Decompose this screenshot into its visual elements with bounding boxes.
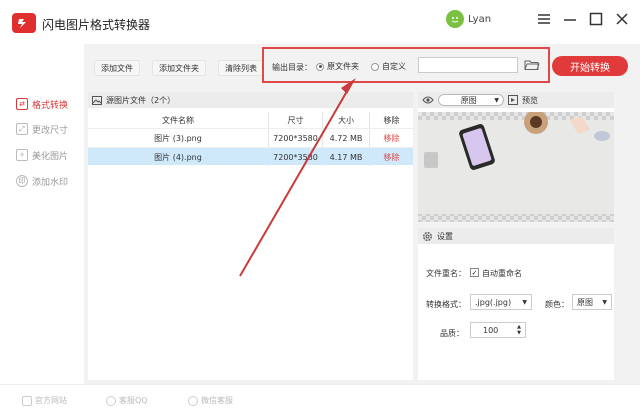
support-qq-link[interactable]: 客服QQ xyxy=(106,395,148,406)
preview-panel: 原图 ▼ 预览 xyxy=(418,92,614,222)
format-select[interactable]: .jpg(.jpg) ▼ xyxy=(470,294,532,310)
image-icon xyxy=(92,95,102,105)
settings-header: 设置 xyxy=(418,228,614,244)
user-name: Lyan xyxy=(468,13,492,25)
sidebar-item-label: 格式转换 xyxy=(32,100,69,111)
col-header-dims: 尺寸 xyxy=(287,115,304,125)
col-header-remove: 移除 xyxy=(383,115,400,125)
color-select[interactable]: 原图 ▼ xyxy=(572,294,612,310)
resize-icon: ⤢ xyxy=(16,123,28,135)
eye-icon xyxy=(422,96,434,104)
col-header-name: 文件名称 xyxy=(162,115,194,125)
beautify-icon: ✧ xyxy=(16,149,28,161)
format-value: .jpg(.jpg) xyxy=(475,297,512,307)
start-convert-button[interactable]: 开始转换 xyxy=(552,56,628,76)
file-size-cell: 4.17 MB xyxy=(329,152,363,162)
watermark-icon: 印 xyxy=(16,175,28,187)
main-area: 添加文件 添加文件夹 清除列表 输出目录： 原文件夹 自定义 开始转换 源图片文… xyxy=(84,44,640,384)
preview-mode-select[interactable]: 原图 ▼ xyxy=(438,94,504,106)
chevron-down-icon: ▼ xyxy=(602,298,607,306)
remove-file-button[interactable]: 移除 xyxy=(370,129,413,147)
sidebar-item-resize[interactable]: ⤢ 更改尺寸 xyxy=(16,122,68,136)
file-name-cell: 图片 (4).png xyxy=(154,152,202,162)
home-icon xyxy=(22,395,32,406)
preview-header: 原图 ▼ 预览 xyxy=(418,92,614,108)
col-header-size: 大小 xyxy=(338,115,354,125)
gear-icon xyxy=(423,231,432,241)
radio-original-folder[interactable]: 原文件夹 xyxy=(316,61,359,72)
radio-off-icon xyxy=(371,62,379,71)
sidebar-item-label: 更改尺寸 xyxy=(32,125,69,136)
table-row[interactable]: 图片 (4).png 7200*3580 4.17 MB 移除 xyxy=(88,147,413,165)
app-logo-icon xyxy=(12,13,36,33)
wechat-icon xyxy=(188,395,198,406)
sidebar-item-label: 美化图片 xyxy=(32,151,69,162)
file-list-header: 源图片文件（2个） xyxy=(88,92,413,108)
preview-toggle-icon xyxy=(508,95,518,105)
add-file-button[interactable]: 添加文件 xyxy=(94,60,140,76)
radio-label: 原文件夹 xyxy=(327,62,359,71)
menu-icon[interactable] xyxy=(536,11,552,27)
preview-image xyxy=(418,112,614,222)
stepper-arrows-icon[interactable]: ▲ ▼ xyxy=(517,324,521,336)
sidebar-item-label: 添加水印 xyxy=(32,177,69,188)
auto-rename-label: 自动重命名 xyxy=(482,269,522,278)
qq-icon xyxy=(106,395,116,406)
settings-title: 设置 xyxy=(437,231,453,241)
quality-value: 100 xyxy=(483,325,499,335)
maximize-icon[interactable] xyxy=(588,11,604,27)
table-row[interactable]: 图片 (3).png 7200*3580 4.72 MB 移除 xyxy=(88,128,413,146)
official-website-link[interactable]: 官方网站 xyxy=(22,395,67,406)
color-label: 颜色： xyxy=(545,300,569,309)
footer: 官方网站 客服QQ 微信客服 xyxy=(0,384,640,418)
close-icon[interactable] xyxy=(614,11,630,27)
convert-icon: ⇄ xyxy=(16,98,28,110)
output-path-input[interactable] xyxy=(418,57,518,73)
quality-label: 品质： xyxy=(440,329,464,338)
title-bar: 闪电图片格式转换器 Lyan xyxy=(0,0,640,44)
file-name-cell: 图片 (3).png xyxy=(154,133,202,143)
file-size-cell: 4.72 MB xyxy=(329,133,363,143)
preview-mode-value: 原图 xyxy=(460,95,477,105)
chevron-down-icon: ▼ xyxy=(494,96,499,104)
preview-label: 预览 xyxy=(522,95,538,105)
footer-label: 客服QQ xyxy=(119,396,148,405)
file-list-title: 源图片文件（2个） xyxy=(106,95,176,105)
avatar xyxy=(446,10,464,28)
file-dims-cell: 7200*3580 xyxy=(273,152,318,162)
radio-on-icon xyxy=(316,62,324,71)
sidebar: ⇄ 格式转换 ⤢ 更改尺寸 ✧ 美化图片 印 添加水印 xyxy=(0,44,84,384)
color-value: 原图 xyxy=(577,297,593,307)
sidebar-item-watermark[interactable]: 印 添加水印 xyxy=(16,174,68,188)
support-wechat-link[interactable]: 微信客服 xyxy=(188,395,233,406)
format-label: 转换格式： xyxy=(426,300,466,309)
radio-custom-folder[interactable]: 自定义 xyxy=(371,61,406,72)
clear-list-button[interactable]: 清除列表 xyxy=(218,60,264,76)
quality-stepper[interactable]: 100 ▲ ▼ xyxy=(470,322,526,338)
app-title: 闪电图片格式转换器 xyxy=(42,18,151,32)
footer-label: 官方网站 xyxy=(35,396,67,405)
add-folder-button[interactable]: 添加文件夹 xyxy=(152,60,206,76)
chevron-down-icon: ▼ xyxy=(522,298,527,306)
minimize-icon[interactable] xyxy=(562,11,578,27)
footer-label: 微信客服 xyxy=(201,396,233,405)
output-dir-label: 输出目录： xyxy=(272,63,312,72)
user-account[interactable]: Lyan xyxy=(446,10,491,28)
remove-file-button[interactable]: 移除 xyxy=(370,148,413,166)
settings-panel: 设置 文件重名： ✓ 自动重命名 转换格式： .jpg(.jpg) ▼ 颜色： … xyxy=(418,228,614,380)
sidebar-item-beautify[interactable]: ✧ 美化图片 xyxy=(16,148,68,162)
file-list-panel: 源图片文件（2个） 文件名称 尺寸 大小 移除 图片 (3).png 7200*… xyxy=(88,92,413,380)
auto-rename-checkbox[interactable]: ✓ xyxy=(470,268,479,277)
file-dims-cell: 7200*3580 xyxy=(273,133,318,143)
folder-browse-icon[interactable] xyxy=(522,57,542,73)
rename-label: 文件重名： xyxy=(426,269,466,278)
sidebar-item-format-convert[interactable]: ⇄ 格式转换 xyxy=(16,97,68,111)
radio-label: 自定义 xyxy=(382,62,406,71)
